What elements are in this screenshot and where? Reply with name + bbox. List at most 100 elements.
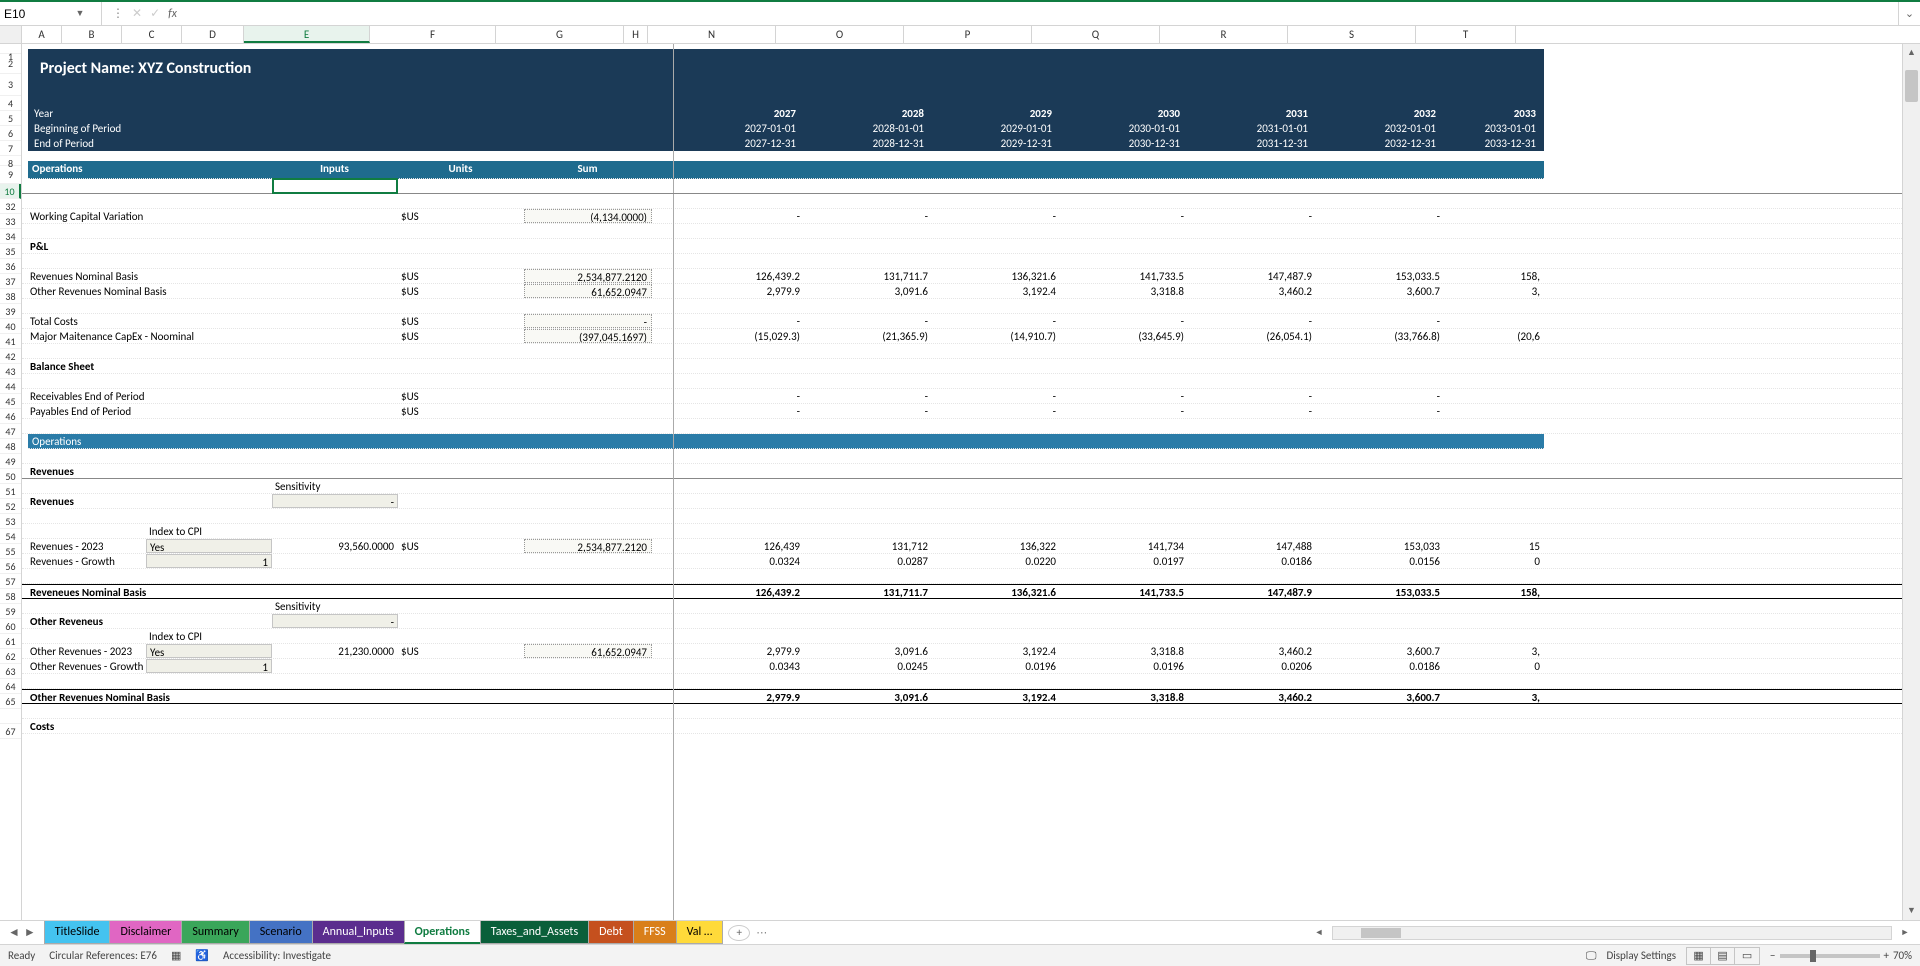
- row-header[interactable]: 63: [0, 664, 21, 679]
- row-header[interactable]: 53: [0, 514, 21, 529]
- display-settings-label[interactable]: Display Settings: [1606, 949, 1676, 962]
- sensitivity-dropdown[interactable]: -: [272, 494, 398, 508]
- row-header[interactable]: [0, 709, 21, 724]
- row-header[interactable]: 37: [0, 274, 21, 289]
- row-header[interactable]: 36: [0, 259, 21, 274]
- display-settings-icon[interactable]: 🖵: [1586, 949, 1597, 963]
- col-header-N[interactable]: N: [648, 26, 776, 43]
- tab-prev-icon[interactable]: ◄: [8, 925, 20, 940]
- sheet-tab-debt[interactable]: Debt: [588, 921, 634, 944]
- othrevgrowth-one[interactable]: 1: [146, 659, 272, 673]
- macro-icon[interactable]: ▦: [171, 949, 181, 962]
- col-header-E[interactable]: E: [244, 26, 370, 43]
- sheet-tab-annual_inputs[interactable]: Annual_Inputs: [312, 921, 405, 944]
- tab-next-icon[interactable]: ►: [24, 925, 36, 940]
- sheet-tab-taxes_and_assets[interactable]: Taxes_and_Assets: [480, 921, 589, 944]
- row-header[interactable]: 49: [0, 454, 21, 469]
- col-header-C[interactable]: C: [122, 26, 182, 43]
- row-header[interactable]: 61: [0, 634, 21, 649]
- zoom-out-icon[interactable]: −: [1770, 949, 1775, 962]
- row-header[interactable]: 46: [0, 409, 21, 424]
- select-all-corner[interactable]: [0, 26, 22, 43]
- sensitivity-dropdown2[interactable]: -: [272, 614, 398, 628]
- col-header-H[interactable]: H: [624, 26, 648, 43]
- col-header-D[interactable]: D: [182, 26, 244, 43]
- row-header[interactable]: 67: [0, 724, 21, 739]
- name-box-input[interactable]: [4, 7, 74, 21]
- sheet-tab-ffss[interactable]: FFSS: [633, 921, 677, 944]
- sheet-tab-val …[interactable]: Val …: [676, 921, 724, 944]
- row-header[interactable]: 56: [0, 559, 21, 574]
- row-header[interactable]: 35: [0, 244, 21, 259]
- col-header-B[interactable]: B: [62, 26, 122, 43]
- fx-icon[interactable]: fx: [168, 7, 177, 21]
- col-header-G[interactable]: G: [496, 26, 624, 43]
- accessibility-icon[interactable]: ♿: [195, 949, 209, 962]
- cancel-icon[interactable]: ✕: [132, 6, 142, 21]
- view-page-break-icon[interactable]: ▭: [1735, 948, 1759, 964]
- hscroll-right-icon[interactable]: ►: [1898, 927, 1912, 938]
- formula-expand-icon[interactable]: ⌄: [1898, 2, 1920, 25]
- zoom-in-icon[interactable]: +: [1884, 949, 1889, 962]
- row-header[interactable]: 8: [0, 156, 21, 166]
- row-header[interactable]: 45: [0, 394, 21, 409]
- sheet-tab-disclaimer[interactable]: Disclaimer: [109, 921, 182, 944]
- row-header[interactable]: 3: [0, 74, 21, 96]
- add-sheet-button[interactable]: +: [728, 925, 750, 941]
- vertical-scrollbar[interactable]: ▲ ▼: [1902, 44, 1920, 920]
- sheet-tab-scenario[interactable]: Scenario: [249, 921, 313, 944]
- zoom-slider[interactable]: [1780, 954, 1880, 958]
- col-header-O[interactable]: O: [776, 26, 904, 43]
- row-header[interactable]: 39: [0, 304, 21, 319]
- col-header-F[interactable]: F: [370, 26, 496, 43]
- row-header[interactable]: 9: [0, 166, 21, 184]
- row-header[interactable]: 57: [0, 574, 21, 589]
- scroll-down-icon[interactable]: ▼: [1903, 902, 1920, 920]
- revgrowth-one[interactable]: 1: [146, 554, 272, 568]
- row-header[interactable]: 47: [0, 424, 21, 439]
- row-header[interactable]: 41: [0, 334, 21, 349]
- formula-input[interactable]: [187, 2, 1898, 25]
- hscroll-thumb[interactable]: [1361, 928, 1401, 938]
- hscroll-track[interactable]: [1332, 926, 1892, 940]
- horizontal-scrollbar[interactable]: ◄ ►: [767, 926, 1920, 940]
- scroll-up-icon[interactable]: ▲: [1903, 44, 1920, 62]
- name-box[interactable]: ▼: [0, 2, 102, 25]
- view-page-layout-icon[interactable]: ▤: [1711, 948, 1735, 964]
- zoom-value[interactable]: 70%: [1893, 949, 1912, 962]
- row-header[interactable]: 4: [0, 96, 21, 111]
- sheet-tab-titleslide[interactable]: TitleSlide: [44, 921, 111, 944]
- sheet-tab-operations[interactable]: Operations: [404, 921, 481, 944]
- row-header[interactable]: 44: [0, 379, 21, 394]
- col-header-A[interactable]: A: [22, 26, 62, 43]
- row-header[interactable]: 59: [0, 604, 21, 619]
- col-header-S[interactable]: S: [1288, 26, 1416, 43]
- row-header[interactable]: 42: [0, 349, 21, 364]
- row-header[interactable]: 54: [0, 529, 21, 544]
- status-accessibility[interactable]: Accessibility: Investigate: [223, 949, 331, 962]
- row-header[interactable]: 32: [0, 199, 21, 214]
- cells-area[interactable]: Project Name: XYZ Construction Year 2027…: [22, 44, 1920, 920]
- row-header[interactable]: 52: [0, 499, 21, 514]
- tab-more-icon[interactable]: ⋯: [756, 926, 767, 939]
- confirm-icon[interactable]: ✓: [150, 6, 160, 21]
- rev2023-yes[interactable]: Yes: [146, 539, 272, 553]
- row-header[interactable]: 38: [0, 289, 21, 304]
- row-header[interactable]: 50: [0, 469, 21, 484]
- hscroll-left-icon[interactable]: ◄: [1312, 927, 1326, 938]
- row-header[interactable]: 10: [0, 184, 21, 199]
- row-header[interactable]: 48: [0, 439, 21, 454]
- row-header[interactable]: 64: [0, 679, 21, 694]
- name-box-dropdown-icon[interactable]: ▼: [74, 8, 86, 19]
- row-header[interactable]: 40: [0, 319, 21, 334]
- row-header[interactable]: 60: [0, 619, 21, 634]
- row-header[interactable]: 5: [0, 111, 21, 126]
- col-header-Q[interactable]: Q: [1032, 26, 1160, 43]
- row-header[interactable]: 43: [0, 364, 21, 379]
- view-normal-icon[interactable]: ▦: [1687, 948, 1711, 964]
- scroll-thumb[interactable]: [1905, 70, 1918, 102]
- row-header[interactable]: 2: [0, 54, 21, 74]
- row-header[interactable]: 34: [0, 229, 21, 244]
- othrev2023-yes[interactable]: Yes: [146, 644, 272, 658]
- row-header[interactable]: 58: [0, 589, 21, 604]
